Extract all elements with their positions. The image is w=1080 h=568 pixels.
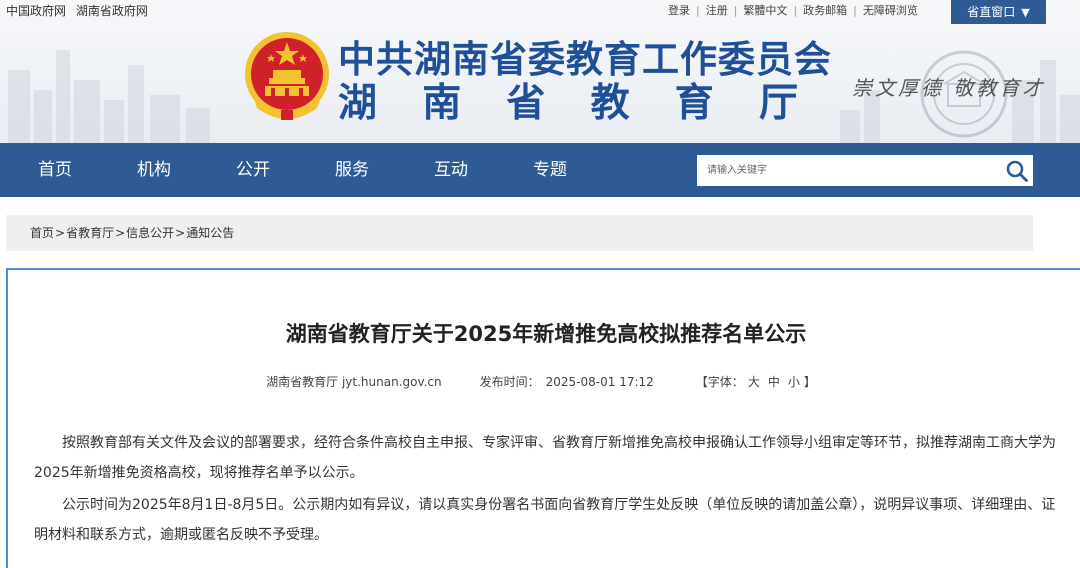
article-title: 湖南省教育厅关于2025年新增推免高校拟推荐名单公示	[285, 322, 807, 346]
org-subtitle: 湖 南 省 教 育 厅	[338, 82, 798, 126]
nav-item-topics[interactable]: 专题	[533, 143, 567, 197]
hunan-gov-link[interactable]: 湖南省政府网	[76, 4, 148, 18]
subtitle-char: 南	[422, 81, 462, 126]
national-emblem-icon	[245, 32, 329, 120]
gov-portal-link[interactable]: 中国政府网	[6, 4, 66, 18]
nav-item-services[interactable]: 服务	[335, 143, 369, 197]
breadcrumb-separator: >	[175, 226, 186, 240]
publish-time: 2025-08-01 17:12	[545, 375, 654, 389]
divider: |	[696, 4, 700, 17]
breadcrumb-notices[interactable]: 通知公告	[186, 226, 234, 240]
breadcrumb-separator: >	[55, 226, 66, 240]
register-link[interactable]: 注册	[706, 4, 728, 17]
breadcrumb-home[interactable]: 首页	[30, 226, 54, 240]
subtitle-char: 育	[674, 81, 714, 126]
font-size-medium[interactable]: 中	[768, 375, 780, 389]
breadcrumb: 首页>省教育厅>信息公开>通知公告	[6, 215, 1033, 251]
article-paragraph: 公示时间为2025年8月1日-8月5日。公示期内如有异议，请以真实身份署名书面向…	[34, 497, 1056, 543]
breadcrumb-separator: >	[115, 226, 126, 240]
subtitle-char: 湖	[338, 81, 378, 126]
breadcrumb-department[interactable]: 省教育厅	[66, 226, 114, 240]
login-link[interactable]: 登录	[668, 4, 690, 17]
article-meta: 湖南省教育厅 jyt.hunan.gov.cn 发布时间： 2025-08-01 1…	[0, 373, 1080, 390]
font-size-close: 】	[803, 375, 816, 389]
divider: |	[793, 4, 798, 17]
provincial-window-label: 省直窗口	[967, 5, 1016, 19]
publish-time-label: 发布时间：	[479, 375, 540, 389]
search-input[interactable]	[697, 155, 993, 186]
search-icon[interactable]	[1005, 159, 1029, 183]
top-links-left: 中国政府网 湖南省政府网	[6, 2, 148, 19]
triangle-down-icon: ▼	[1021, 6, 1030, 19]
font-size-large[interactable]: 大	[748, 375, 760, 389]
gov-mail-link[interactable]: 政务邮箱	[803, 4, 847, 17]
nav-item-interaction[interactable]: 互动	[434, 143, 468, 197]
slogan: 崇文厚德 敬教育才	[852, 76, 1046, 100]
breadcrumb-disclosure[interactable]: 信息公开	[126, 226, 174, 240]
org-title: 中共湖南省委教育工作委员会	[338, 38, 832, 81]
nav-item-disclosure[interactable]: 公开	[236, 143, 270, 197]
divider: |	[853, 4, 857, 17]
nav-item-institutions[interactable]: 机构	[137, 143, 171, 197]
nav-item-home[interactable]: 首页	[38, 143, 72, 197]
divider: |	[733, 4, 738, 17]
top-links-right: 登录 | 注册 | 繁體中文 | 政务邮箱 | 无障碍浏览	[668, 2, 918, 18]
search-box	[697, 155, 1033, 186]
subtitle-char: 教	[590, 81, 630, 126]
site-header: 中国政府网 湖南省政府网 登录 | 注册 | 繁體中文 | 政务邮箱 | 无障碍浏览 省直窗口 ▼…	[0, 0, 1080, 143]
article-source: 湖南省教育厅 jyt.hunan.gov.cn	[266, 375, 442, 389]
accessibility-link[interactable]: 无障碍浏览	[863, 4, 918, 17]
traditional-chinese-link[interactable]: 繁體中文	[743, 4, 787, 17]
subtitle-char: 厅	[758, 81, 798, 126]
subtitle-char: 省	[506, 81, 546, 126]
article-paragraph: 按照教育部有关文件及会议的部署要求，经符合条件高校自主申报、专家评审、省教育厅新…	[34, 435, 1056, 481]
font-size-label: 【字体：	[695, 375, 744, 389]
font-size-small[interactable]: 小	[788, 375, 800, 389]
provincial-window-button[interactable]: 省直窗口 ▼	[951, 0, 1046, 24]
